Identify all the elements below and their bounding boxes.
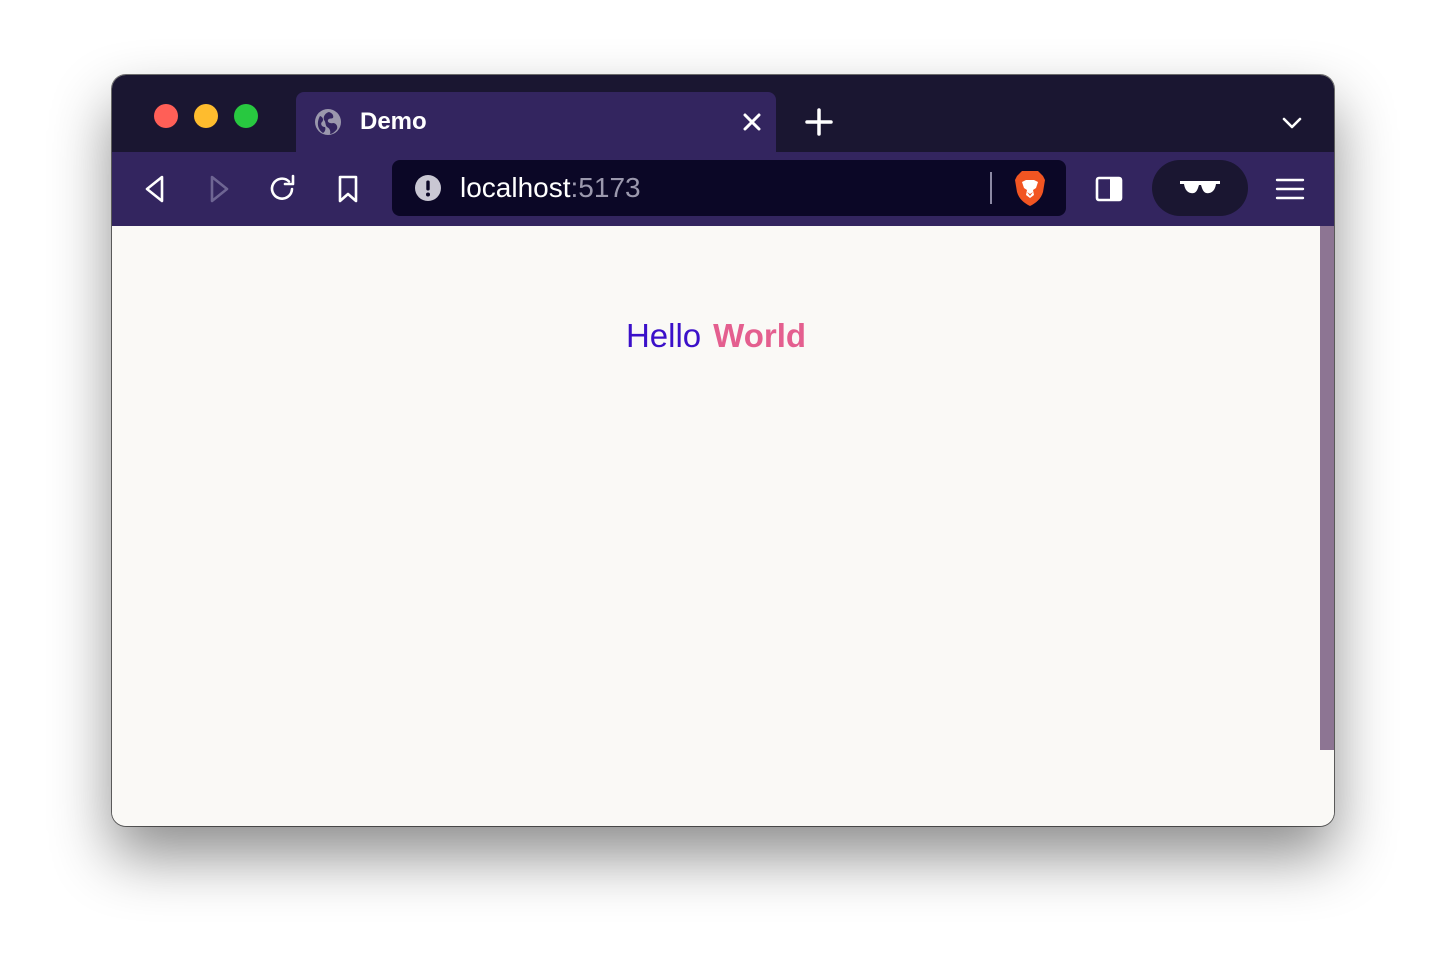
globe-icon [315, 109, 341, 135]
private-window-badge[interactable] [1152, 160, 1248, 216]
close-tab-icon[interactable] [740, 110, 764, 134]
reload-icon[interactable] [266, 172, 300, 206]
greeting: Hello World [112, 316, 1320, 356]
brave-lion-icon[interactable] [1012, 168, 1048, 208]
address-bar[interactable]: localhost:5173 [392, 160, 1066, 216]
greeting-hello: Hello [625, 317, 702, 354]
sunglasses-icon [1180, 181, 1220, 194]
close-window-button[interactable] [154, 104, 178, 128]
toolbar: localhost:5173 [112, 152, 1334, 226]
greeting-world: World [713, 317, 807, 354]
chevron-down-icon[interactable] [1280, 111, 1304, 135]
zoom-window-button[interactable] [234, 104, 258, 128]
tab-title: Demo [360, 108, 427, 135]
forward-arrow-icon [210, 175, 229, 203]
sidebar-icon[interactable] [1094, 174, 1124, 204]
back-arrow-icon[interactable] [138, 172, 172, 206]
address-host: localhost [460, 172, 571, 203]
vertical-scrollbar[interactable] [1320, 226, 1334, 750]
page-content: Hello World [112, 226, 1334, 826]
address-text[interactable]: localhost:5173 [460, 172, 641, 204]
tab-strip: Demo [112, 75, 1334, 152]
browser-window: Demo localhost:5173 Hello World [112, 75, 1334, 826]
screen: Demo localhost:5173 Hello World [0, 0, 1446, 974]
bookmark-icon[interactable] [331, 172, 365, 206]
address-divider [990, 172, 992, 204]
tab-demo[interactable]: Demo [296, 92, 776, 152]
hamburger-menu-icon[interactable] [1274, 174, 1306, 204]
address-port: :5173 [570, 172, 641, 203]
minimize-window-button[interactable] [194, 104, 218, 128]
info-warning-icon[interactable] [414, 174, 442, 202]
new-tab-icon[interactable] [804, 107, 834, 137]
